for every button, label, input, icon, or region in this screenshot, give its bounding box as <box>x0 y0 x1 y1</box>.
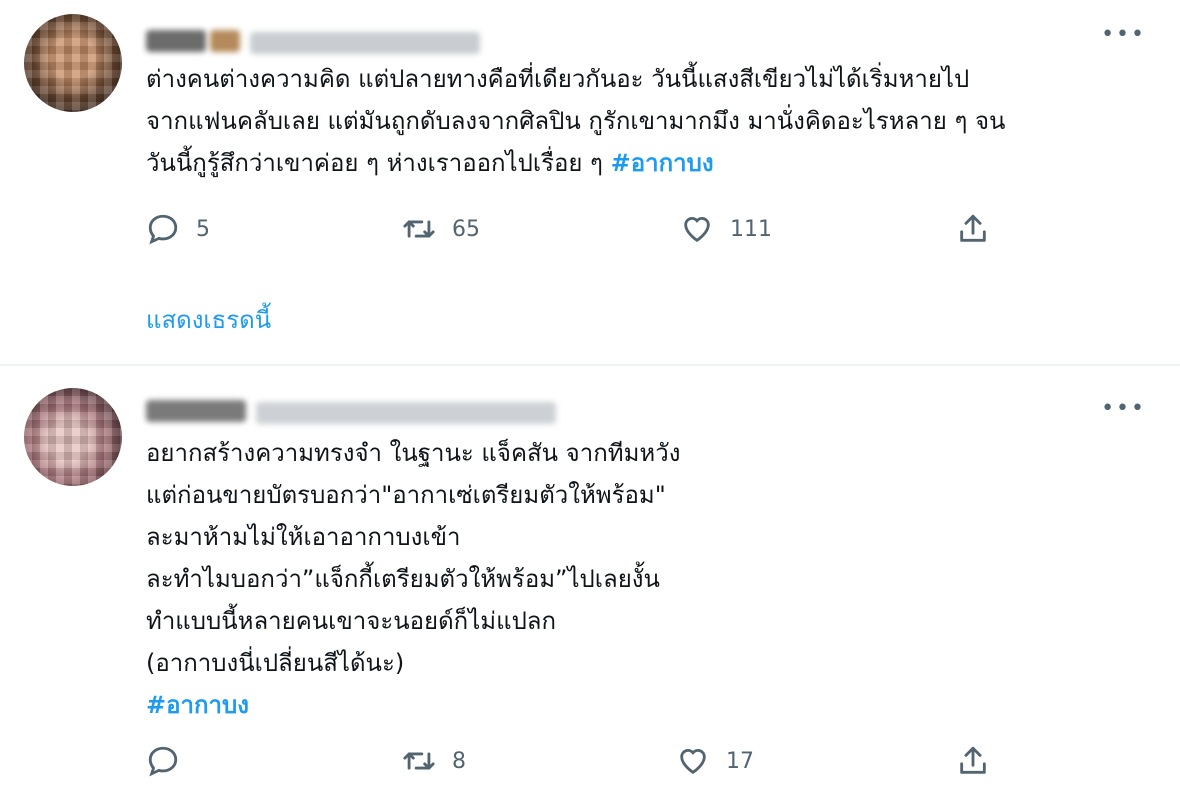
tweet-text-segment: วันนี้กูรู้สึกว่าเขาค่อย ๆ ห่างเราออกไปเ… <box>146 149 611 177</box>
share-icon <box>960 214 986 242</box>
like-button[interactable]: 111 <box>680 212 772 246</box>
hashtag-link[interactable]: #อากาบง <box>146 691 249 719</box>
retweet-button[interactable]: 65 <box>402 212 480 246</box>
tweet-text-line: จากแฟนคลับเลย แต่มันถูกดับลงจากศิลปิน กู… <box>146 107 1006 135</box>
retweet-icon <box>403 752 435 770</box>
tweet-text-line: #อากาบง <box>146 684 680 726</box>
heart-icon <box>680 749 706 775</box>
like-count: 111 <box>730 216 772 242</box>
retweet-button[interactable]: 8 <box>402 744 466 778</box>
share-icon <box>960 746 986 774</box>
avatar[interactable] <box>24 388 122 486</box>
tweet-text: อยากสร้างความทรงจำ ในฐานะ แจ็คสัน จากทีม… <box>146 432 680 726</box>
tweet-text-line: (อากาบงนี่เปลี่ยนสีได้นะ) <box>146 649 405 677</box>
tweet-text-line: ต่างคนต่างความคิด แต่ปลายทางคือที่เดียวก… <box>146 65 970 93</box>
tweet-text-line: วันนี้กูรู้สึกว่าเขาค่อย ๆ ห่างเราออกไปเ… <box>146 142 1005 184</box>
username-blurred <box>256 402 556 424</box>
hashtag-link[interactable]: #อากาบง <box>611 149 714 177</box>
tweet-text-line: ทำแบบนี้หลายคนเขาจะนอยด์ก็ไม่แปลก <box>146 607 557 635</box>
avatar[interactable] <box>24 14 122 112</box>
share-button[interactable] <box>956 744 990 778</box>
username-blurred <box>250 32 480 54</box>
reply-button[interactable]: 5 <box>146 212 210 246</box>
show-thread-link[interactable]: แสดงเธรดนี้ <box>146 300 271 339</box>
reply-icon <box>148 214 178 245</box>
retweet-icon <box>403 220 435 238</box>
reply-count: 5 <box>196 216 210 242</box>
heart-icon <box>684 217 710 243</box>
emoji-blurred <box>210 30 240 52</box>
tweet-text-line: อยากสร้างความทรงจำ ในฐานะ แจ็คสัน จากทีม… <box>146 439 681 467</box>
more-icon[interactable]: ••• <box>1101 24 1146 46</box>
tweet-text-line: แต่ก่อนขายบัตรบอกว่า"อากาเซ่เตรียมตัวให้… <box>146 481 666 509</box>
tweet-text-line: ละมาห้ามไม่ให้เอาอากาบงเข้า <box>146 523 461 551</box>
tweet-text-line: ละทำไมบอกว่า”แจ็กกี้เตรียมตัวให้พร้อม”ไป… <box>146 565 660 593</box>
more-icon[interactable]: ••• <box>1101 398 1146 420</box>
tweet-2[interactable]: ••• อยากสร้างความทรงจำ ในฐานะ แจ็คสัน จา… <box>0 366 1180 794</box>
reply-button[interactable] <box>146 744 196 778</box>
tweet-text: ต่างคนต่างความคิด แต่ปลายทางคือที่เดียวก… <box>146 58 1005 184</box>
retweet-count: 8 <box>452 748 466 774</box>
like-count: 17 <box>726 748 754 774</box>
retweet-count: 65 <box>452 216 480 242</box>
display-name-blurred <box>146 30 206 52</box>
tweet-1[interactable]: ••• ต่างคนต่างความคิด แต่ปลายทางคือที่เด… <box>0 0 1180 366</box>
reply-icon <box>148 746 178 777</box>
share-button[interactable] <box>956 212 990 246</box>
like-button[interactable]: 17 <box>676 744 754 778</box>
display-name-blurred <box>146 400 246 422</box>
